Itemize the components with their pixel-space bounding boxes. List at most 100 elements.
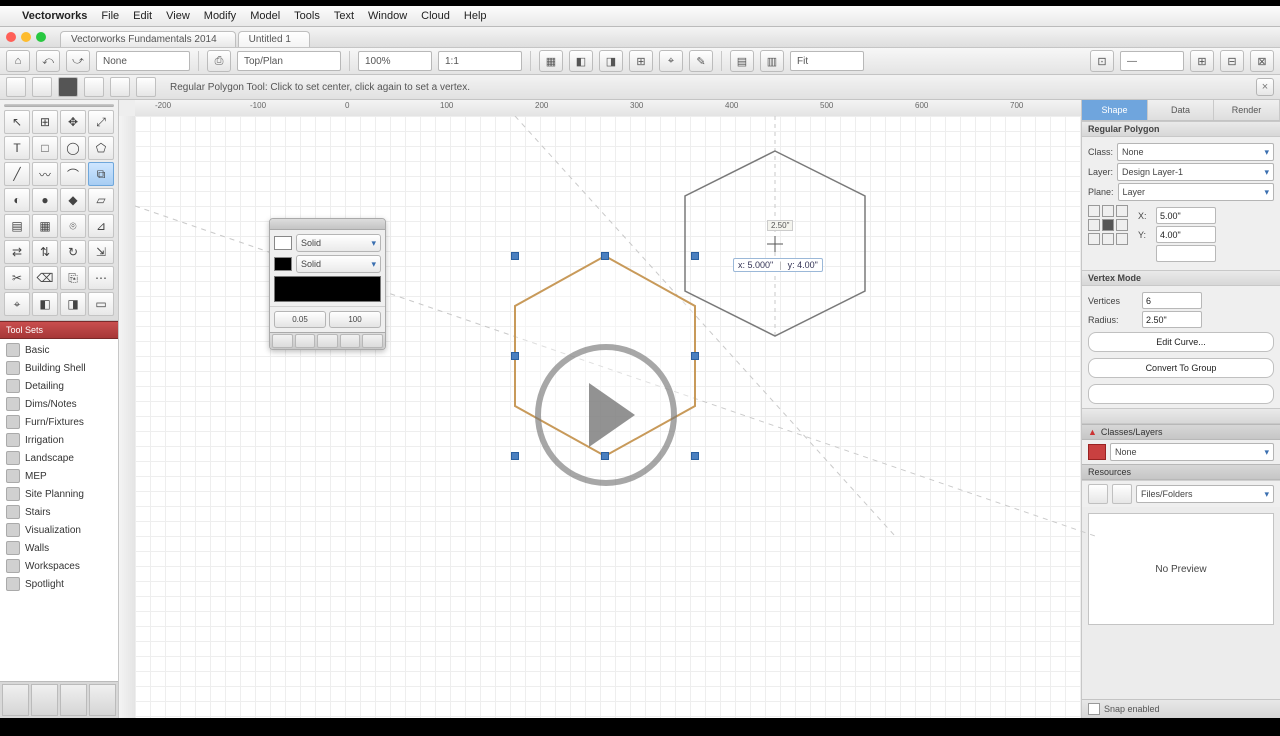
tbtn-generic[interactable]: ◨ <box>599 50 623 72</box>
oip-tab-data[interactable]: Data <box>1148 100 1214 120</box>
tool-button[interactable]: ▱ <box>88 188 114 212</box>
tool-button[interactable]: T <box>4 136 30 160</box>
sel-handle[interactable] <box>511 352 519 360</box>
attr-foot-btn[interactable] <box>340 334 361 348</box>
tool-button[interactable]: ↻ <box>60 240 86 264</box>
resource-select[interactable]: Files/Folders▾ <box>1136 485 1274 503</box>
palette-drag-bar[interactable] <box>270 219 385 230</box>
sel-handle[interactable] <box>691 452 699 460</box>
fill-type-dropdown[interactable]: Solid▾ <box>296 234 381 252</box>
tbtn-generic[interactable]: ⊡ <box>1090 50 1114 72</box>
tbtn-generic[interactable]: ▦ <box>539 50 563 72</box>
classes-panel-header[interactable]: ▲Classes/Layers <box>1082 424 1280 440</box>
plane-dropdown[interactable]: Layer▾ <box>1118 183 1274 201</box>
menu-app[interactable]: Vectorworks <box>22 10 87 22</box>
toolset-item[interactable]: MEP <box>0 467 118 485</box>
tool-button[interactable]: 〰 <box>32 162 58 186</box>
tool-button[interactable]: ◐ <box>4 188 30 212</box>
traffic-close-icon[interactable] <box>6 32 16 42</box>
sel-handle[interactable] <box>511 452 519 460</box>
oip-tab-render[interactable]: Render <box>1214 100 1280 120</box>
tool-button[interactable]: ⌫ <box>32 266 58 290</box>
tool-button[interactable]: ⇄ <box>4 240 30 264</box>
tool-button[interactable]: ╱ <box>4 162 30 186</box>
tool-button[interactable]: ✥ <box>60 110 86 134</box>
document-tab-0[interactable]: Vectorworks Fundamentals 2014 <box>60 31 236 47</box>
fit-button[interactable]: Fit <box>790 51 864 71</box>
tbtn-generic[interactable]: ◧ <box>569 50 593 72</box>
tbtn-generic[interactable]: ⊠ <box>1250 50 1274 72</box>
tool-button[interactable]: ◧ <box>32 292 58 316</box>
y-field[interactable]: 4.00" <box>1156 226 1216 243</box>
toolset-item[interactable]: Building Shell <box>0 359 118 377</box>
menu-model[interactable]: Model <box>250 10 280 22</box>
thumb[interactable] <box>31 684 58 716</box>
tbtn-generic[interactable]: ⊞ <box>1190 50 1214 72</box>
mode-btn[interactable] <box>32 77 52 97</box>
toolset-item[interactable]: Furn/Fixtures <box>0 413 118 431</box>
layer-dropdown[interactable]: Design Layer-1▾ <box>1117 163 1274 181</box>
mode-btn[interactable] <box>110 77 130 97</box>
toolset-item[interactable]: Stairs <box>0 503 118 521</box>
radius-field[interactable]: 2.50" <box>1142 311 1202 328</box>
close-hint-button[interactable]: × <box>1256 78 1274 96</box>
tool-button[interactable]: □ <box>32 136 58 160</box>
toolset-item[interactable]: Site Planning <box>0 485 118 503</box>
mode-btn[interactable] <box>58 77 78 97</box>
pen-swatch[interactable] <box>274 257 292 271</box>
toolset-item[interactable]: Visualization <box>0 521 118 539</box>
sel-handle[interactable] <box>691 352 699 360</box>
tool-button[interactable]: ⬠ <box>88 136 114 160</box>
menu-tools[interactable]: Tools <box>294 10 320 22</box>
thumb[interactable] <box>60 684 87 716</box>
mode-btn[interactable] <box>84 77 104 97</box>
tool-button[interactable]: ⌒ <box>60 162 86 186</box>
menu-help[interactable]: Help <box>464 10 487 22</box>
print-button[interactable]: ⎙ <box>207 50 231 72</box>
menu-modify[interactable]: Modify <box>204 10 236 22</box>
menu-cloud[interactable]: Cloud <box>421 10 450 22</box>
tool-button[interactable]: ⋯ <box>88 266 114 290</box>
resources-panel-header[interactable]: Resources <box>1082 464 1280 480</box>
toolset-item[interactable]: Irrigation <box>0 431 118 449</box>
tool-button[interactable]: ⊿ <box>88 214 114 238</box>
play-button-overlay[interactable] <box>535 344 677 486</box>
tool-button[interactable]: ⧉ <box>88 162 114 186</box>
tool-button[interactable]: ↖ <box>4 110 30 134</box>
scale-dropdown[interactable]: 1:1 <box>438 51 522 71</box>
sel-handle[interactable] <box>511 252 519 260</box>
sel-handle[interactable] <box>601 252 609 260</box>
res-btn[interactable] <box>1112 484 1132 504</box>
menu-text[interactable]: Text <box>334 10 354 22</box>
undo-button[interactable]: ⤺ <box>36 50 60 72</box>
class-select[interactable]: None▾ <box>1110 443 1274 461</box>
tool-button[interactable]: ▦ <box>32 214 58 238</box>
tool-button[interactable]: ⇲ <box>88 240 114 264</box>
vertices-field[interactable]: 6 <box>1142 292 1202 309</box>
tool-button[interactable]: ⇅ <box>32 240 58 264</box>
sel-handle[interactable] <box>691 252 699 260</box>
tool-button[interactable]: ⌖ <box>4 292 30 316</box>
mode-btn[interactable] <box>136 77 156 97</box>
convert-button[interactable]: Convert To Group <box>1088 358 1274 378</box>
toolset-item[interactable]: Workspaces <box>0 557 118 575</box>
menu-window[interactable]: Window <box>368 10 407 22</box>
document-tab-1[interactable]: Untitled 1 <box>238 31 310 47</box>
tool-button[interactable]: ✂ <box>4 266 30 290</box>
tbtn-generic[interactable]: ⊟ <box>1220 50 1244 72</box>
layer-dropdown[interactable]: None <box>96 51 190 71</box>
attr-foot-btn[interactable] <box>317 334 338 348</box>
toolset-item[interactable]: Landscape <box>0 449 118 467</box>
zoom-field[interactable]: 100% <box>358 51 432 71</box>
view-dropdown[interactable]: Top/Plan <box>237 51 341 71</box>
menu-edit[interactable]: Edit <box>133 10 152 22</box>
tbtn-generic[interactable]: ⊞ <box>629 50 653 72</box>
tbtn-generic[interactable]: ⌖ <box>659 50 683 72</box>
tool-button[interactable]: ⤢ <box>88 110 114 134</box>
toolset-item[interactable]: Dims/Notes <box>0 395 118 413</box>
attributes-palette[interactable]: Solid▾ Solid▾ 0.05 100 <box>269 218 386 350</box>
pen-type-dropdown[interactable]: Solid▾ <box>296 255 381 273</box>
menu-view[interactable]: View <box>166 10 190 22</box>
thumb[interactable] <box>2 684 29 716</box>
tool-button[interactable]: ◆ <box>60 188 86 212</box>
